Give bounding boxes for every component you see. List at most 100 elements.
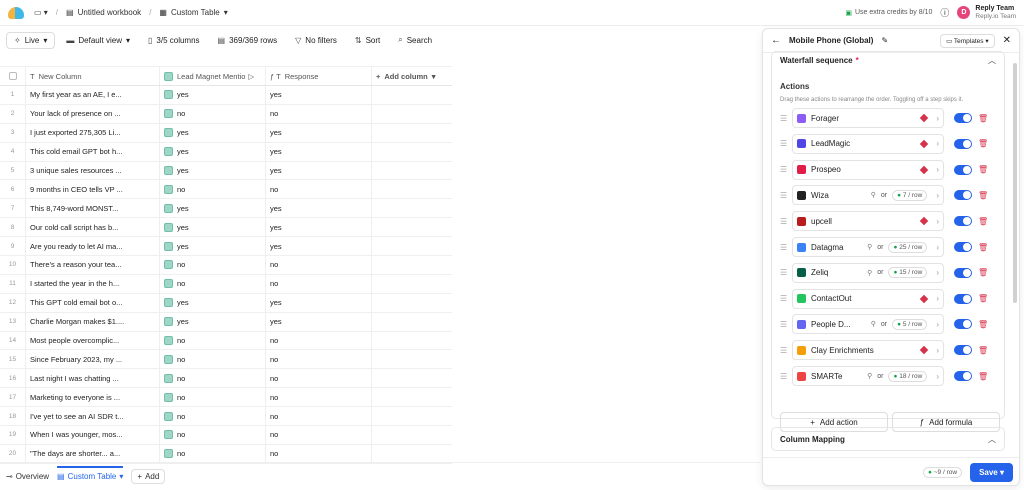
- action-toggle[interactable]: [954, 319, 972, 330]
- cell-empty[interactable]: [372, 256, 452, 274]
- cell-empty[interactable]: [372, 313, 452, 331]
- table-row[interactable]: 8 Our cold call script has b... yes yes: [0, 218, 452, 238]
- waterfall-action-row[interactable]: ☰ Forager › 🗑: [780, 108, 1000, 128]
- trash-icon[interactable]: 🗑: [978, 294, 988, 303]
- drag-handle-icon[interactable]: ☰: [780, 191, 792, 200]
- close-icon[interactable]: ✕: [1003, 35, 1011, 46]
- columns-button[interactable]: ▯ 3/5 columns: [141, 33, 207, 48]
- cell-new-column[interactable]: Charlie Morgan makes $1....: [26, 312, 160, 331]
- action-card[interactable]: Datagma ⚲ or ● 25 / row ›: [792, 237, 944, 257]
- cell-response[interactable]: yes: [266, 293, 372, 312]
- chevron-down-icon[interactable]: ▾: [224, 8, 228, 17]
- row-number[interactable]: 11: [0, 274, 26, 293]
- row-number[interactable]: 1: [0, 86, 26, 104]
- trash-icon[interactable]: 🗑: [978, 372, 988, 381]
- cell-empty[interactable]: [372, 426, 452, 444]
- workbook-name[interactable]: Untitled workbook: [78, 8, 142, 17]
- tab-overview[interactable]: ⊸ Overview: [6, 472, 49, 481]
- cell-response[interactable]: no: [266, 180, 372, 199]
- back-arrow-icon[interactable]: ←: [771, 35, 781, 46]
- select-all-checkbox[interactable]: [8, 72, 17, 80]
- action-card[interactable]: ContactOut ›: [792, 288, 944, 309]
- row-number[interactable]: 7: [0, 199, 26, 218]
- action-toggle[interactable]: [954, 138, 972, 149]
- cell-response[interactable]: no: [266, 104, 372, 123]
- help-icon[interactable]: ⓘ: [940, 6, 949, 19]
- cell-empty[interactable]: [372, 445, 452, 463]
- waterfall-action-row[interactable]: ☰ Prospeo › 🗑: [780, 159, 1000, 180]
- cell-new-column[interactable]: I've yet to see an AI SDR t...: [26, 407, 160, 426]
- table-row[interactable]: 11 I started the year in the h... no no: [0, 274, 452, 294]
- templates-button[interactable]: ▭ Templates ▾: [940, 33, 995, 48]
- add-column-button[interactable]: + Add column ▾: [372, 67, 452, 85]
- chevron-up-icon[interactable]: ︿: [988, 434, 996, 445]
- cell-response[interactable]: no: [266, 274, 372, 293]
- team-switcher[interactable]: D Reply Team Reply.io Team: [957, 5, 1016, 21]
- cell-lead-magnet[interactable]: no: [160, 350, 266, 369]
- cell-empty[interactable]: [372, 369, 452, 387]
- drag-handle-icon[interactable]: ☰: [780, 346, 792, 355]
- trash-icon[interactable]: 🗑: [978, 139, 988, 148]
- trash-icon[interactable]: 🗑: [978, 217, 988, 226]
- rows-button[interactable]: ▤ 369/369 rows: [211, 33, 285, 48]
- chevron-up-icon[interactable]: ︿: [988, 55, 996, 66]
- waterfall-action-row[interactable]: ☰ Clay Enrichments › 🗑: [780, 340, 1000, 361]
- cell-response[interactable]: no: [266, 350, 372, 369]
- cell-new-column[interactable]: My first year as an AE, I e...: [26, 86, 160, 104]
- drag-handle-icon[interactable]: ☰: [780, 243, 792, 252]
- cell-empty[interactable]: [372, 105, 452, 123]
- cell-lead-magnet[interactable]: no: [160, 331, 266, 350]
- cell-new-column[interactable]: Marketing to everyone is ...: [26, 388, 160, 407]
- cell-new-column[interactable]: 3 unique sales resources ...: [26, 161, 160, 180]
- live-button[interactable]: ✧ Live ▾: [6, 31, 56, 49]
- cell-response[interactable]: yes: [266, 312, 372, 331]
- panel-scrollbar[interactable]: [1013, 63, 1017, 303]
- app-logo[interactable]: [8, 6, 24, 19]
- action-card[interactable]: SMARTe ⚲ or ● 18 / row ›: [792, 366, 944, 386]
- table-row[interactable]: 14 Most people overcomplic... no no: [0, 331, 452, 351]
- table-row[interactable]: 9 Are you ready to let AI ma... yes yes: [0, 237, 452, 257]
- cell-new-column[interactable]: This cold email GPT bot h...: [26, 142, 160, 161]
- row-number[interactable]: 15: [0, 350, 26, 369]
- search-button[interactable]: ⌕ Search: [391, 32, 439, 48]
- cell-response[interactable]: no: [266, 256, 372, 274]
- table-row[interactable]: 12 This GPT cold email bot o... yes yes: [0, 293, 452, 313]
- cell-response[interactable]: no: [266, 388, 372, 407]
- cell-empty[interactable]: [372, 124, 452, 142]
- column-mapping-section[interactable]: Column Mapping ︿: [771, 427, 1005, 451]
- view-button[interactable]: ▬ Default view ▾: [59, 33, 137, 48]
- cell-response[interactable]: yes: [266, 199, 372, 218]
- drag-handle-icon[interactable]: ☰: [780, 139, 792, 148]
- table-row[interactable]: 4 This cold email GPT bot h... yes yes: [0, 142, 452, 162]
- cell-new-column[interactable]: There's a reason your tea...: [26, 256, 160, 274]
- chevron-right-icon[interactable]: ›: [936, 217, 939, 226]
- waterfall-action-row[interactable]: ☰ Wiza ⚲ or ● 7 / row › 🗑: [780, 185, 1000, 206]
- cell-empty[interactable]: [372, 388, 452, 406]
- table-row[interactable]: 17 Marketing to everyone is ... no no: [0, 388, 452, 408]
- drag-handle-icon[interactable]: ☰: [780, 372, 792, 381]
- trash-icon[interactable]: 🗑: [978, 268, 988, 277]
- cell-empty[interactable]: [372, 162, 452, 180]
- trash-icon[interactable]: 🗑: [978, 243, 988, 252]
- cell-lead-magnet[interactable]: yes: [160, 293, 266, 312]
- chevron-right-icon[interactable]: ›: [936, 114, 939, 123]
- drag-handle-icon[interactable]: ☰: [780, 114, 792, 123]
- cell-lead-magnet[interactable]: yes: [160, 199, 266, 218]
- table-row[interactable]: 1 My first year as an AE, I e... yes yes: [0, 86, 452, 105]
- trash-icon[interactable]: 🗑: [978, 165, 988, 174]
- cell-empty[interactable]: [372, 86, 452, 104]
- cell-new-column[interactable]: I just exported 275,305 Li...: [26, 123, 160, 142]
- cell-empty[interactable]: [372, 218, 452, 236]
- column-header-lead-magnet[interactable]: Lead Magnet Mentio ▷: [160, 67, 266, 85]
- cell-lead-magnet[interactable]: yes: [160, 161, 266, 180]
- cell-response[interactable]: no: [266, 369, 372, 388]
- action-toggle[interactable]: [954, 216, 972, 227]
- cell-empty[interactable]: [372, 143, 452, 161]
- cell-empty[interactable]: [372, 332, 452, 350]
- chevron-right-icon[interactable]: ›: [936, 165, 939, 174]
- drag-handle-icon[interactable]: ☰: [780, 165, 792, 174]
- cell-response[interactable]: yes: [266, 161, 372, 180]
- save-button[interactable]: Save ▾: [970, 463, 1013, 482]
- chevron-right-icon[interactable]: ›: [936, 294, 939, 303]
- action-toggle[interactable]: [954, 164, 972, 175]
